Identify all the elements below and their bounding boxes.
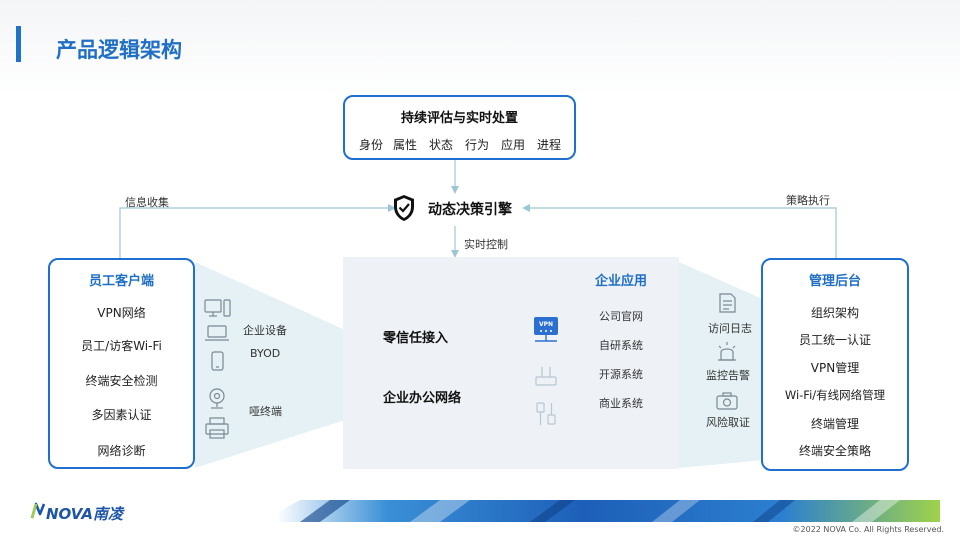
desktop-icon — [204, 299, 231, 317]
byod-label: BYOD — [250, 347, 281, 360]
access-log-label: 访问日志 — [708, 322, 752, 335]
ethernet-cable-icon — [536, 402, 556, 425]
assessment-item: 行为 — [465, 138, 490, 152]
app-item: 自研系统 — [599, 339, 643, 352]
assessment-item: 进程 — [537, 138, 562, 152]
dumb-terminal-label: 哑终端 — [249, 405, 282, 418]
app-item: 商业系统 — [599, 397, 643, 410]
policy-exec-line — [530, 207, 837, 258]
client-item: VPN网络 — [97, 306, 146, 320]
admin-item: 组织架构 — [810, 306, 859, 320]
admin-backend-title: 管理后台 — [808, 274, 861, 289]
assessment-item: 状态 — [429, 138, 454, 152]
admin-item: VPN管理 — [810, 361, 860, 375]
laptop-icon — [205, 325, 229, 341]
alarm-light-icon — [718, 342, 736, 361]
nova-logo-text: NOVA南凌 — [46, 505, 123, 523]
client-item: 终端安全检测 — [85, 374, 158, 388]
svg-text:VPN: VPN — [539, 321, 553, 328]
assessment-item: 身份 — [359, 138, 384, 152]
employee-client-box: 员工客户端 VPN网络 员工/访客Wi-Fi 终端安全检测 多因素认证 网络诊断 — [48, 258, 195, 469]
wifi-router-icon — [535, 367, 557, 386]
admin-item: 终端管理 — [810, 417, 859, 431]
copyright-text: ©2022 NOVA Co. All Rights Reserved. — [792, 525, 944, 534]
office-network-label: 企业办公网络 — [383, 391, 462, 406]
admin-item: Wi-Fi/有线网络管理 — [784, 388, 886, 402]
decision-engine-label: 动态决策引擎 — [428, 202, 512, 218]
printer-icon — [205, 417, 229, 439]
camera-icon — [209, 388, 225, 409]
admin-item: 员工统一认证 — [798, 333, 871, 347]
enterprise-apps-title: 企业应用 — [595, 274, 648, 289]
slide: 产品逻辑架构 持续评估与实时处置 身份 属性 状态 行为 应用 进程 动态决策引… — [0, 0, 960, 540]
client-item: 员工/访客Wi-Fi — [81, 339, 162, 353]
vpn-server-icon: VPN — [534, 317, 558, 342]
policy-exec-arrowhead — [522, 204, 530, 212]
client-item: 网络诊断 — [97, 444, 146, 458]
zero-trust-label: 零信任接入 — [383, 331, 449, 346]
footer-decor-strip — [150, 500, 940, 522]
info-collect-label: 信息收集 — [125, 196, 169, 209]
assessment-box: 持续评估与实时处置 身份 属性 状态 行为 应用 进程 — [343, 95, 576, 160]
realtime-control-label: 实时控制 — [464, 238, 508, 251]
enterprise-device-label: 企业设备 — [243, 324, 287, 337]
app-item: 开源系统 — [599, 368, 643, 381]
log-document-icon — [719, 293, 736, 313]
enterprise-panel: 零信任接入 企业办公网络 企业应用 公司官网 自研系统 开源系统 商业系统 VP… — [343, 257, 679, 469]
policy-exec-label: 策略执行 — [786, 194, 830, 207]
shield-check-icon — [394, 195, 414, 221]
assessment-box-title: 持续评估与实时处置 — [400, 111, 518, 126]
assessment-item: 应用 — [501, 138, 526, 152]
network-icons: VPN — [534, 317, 558, 425]
risk-forensics-label: 风险取证 — [706, 416, 750, 429]
admin-backend-box: 管理后台 组织架构 员工统一认证 VPN管理 Wi-Fi/有线网络管理 终端管理… — [761, 258, 909, 471]
employee-client-title: 员工客户端 — [88, 274, 154, 289]
device-icons — [204, 299, 231, 439]
assessment-item: 属性 — [393, 138, 418, 152]
admin-item: 终端安全策略 — [798, 444, 871, 458]
app-item: 公司官网 — [599, 310, 643, 323]
client-item: 多因素认证 — [91, 408, 152, 422]
phone-icon — [211, 351, 224, 371]
camera-evidence-icon — [716, 392, 738, 410]
nova-logo-icon — [30, 502, 46, 519]
monitor-icons — [716, 293, 738, 410]
info-collect-line — [119, 207, 388, 258]
monitor-alert-label: 监控告警 — [706, 369, 750, 382]
top-to-engine-arrowhead — [451, 186, 459, 194]
